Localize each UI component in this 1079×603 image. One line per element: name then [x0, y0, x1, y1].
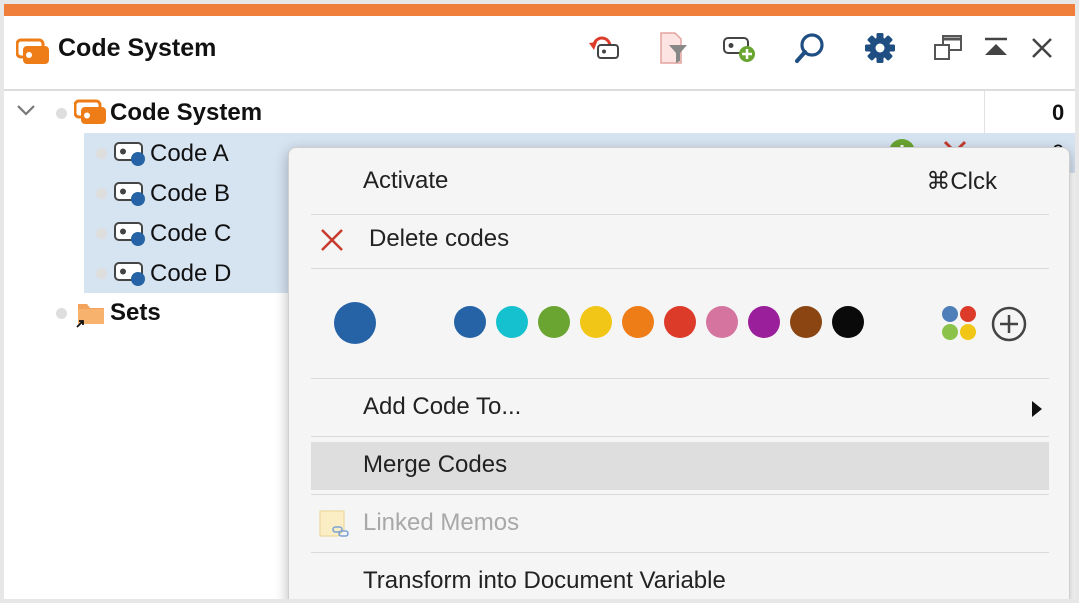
- color-swatch-orange[interactable]: [622, 306, 654, 338]
- color-swatch-green[interactable]: [538, 306, 570, 338]
- menu-separator: [311, 436, 1049, 437]
- settings-button[interactable]: [858, 30, 902, 70]
- status-dot: [56, 308, 67, 319]
- tree-label: Code B: [150, 180, 231, 207]
- menu-item-add-code-to[interactable]: Add Code To...: [311, 384, 1049, 432]
- undock-window-button[interactable]: [926, 30, 970, 70]
- current-color-swatch: [334, 302, 376, 344]
- menu-item-transform-document-variable[interactable]: Transform into Document Variable: [311, 558, 1049, 599]
- code-system-icon: [15, 38, 52, 71]
- submenu-arrow-icon: [1031, 400, 1043, 423]
- folder-icon: [74, 299, 108, 334]
- shortcut-label: ⌘Clck: [926, 168, 997, 195]
- menu-item-linked-memos: Linked Memos: [311, 500, 1049, 548]
- gear-icon: [864, 32, 896, 69]
- undock-window-icon: [932, 33, 964, 68]
- context-menu: Activate ⌘Clck Delete codes Add Code To.…: [288, 147, 1070, 599]
- window-header: Code System: [4, 16, 1075, 91]
- reset-activations-icon: [586, 33, 622, 68]
- search-icon: [793, 31, 827, 70]
- tree-label: Code System: [110, 99, 263, 126]
- tree-row-code-d[interactable]: Code D: [84, 253, 294, 293]
- code-icon: [114, 220, 148, 253]
- menu-item-label: Linked Memos: [363, 509, 520, 536]
- menu-separator: [311, 268, 1049, 269]
- close-icon: [1029, 35, 1055, 66]
- color-swatch-red[interactable]: [664, 306, 696, 338]
- chevron-down-icon[interactable]: [15, 102, 37, 123]
- window-accent-bar: [4, 4, 1075, 16]
- status-dot: [96, 148, 107, 159]
- tree-row-code-system[interactable]: Code System 0: [4, 93, 1075, 133]
- tree-row-code-c[interactable]: Code C: [84, 213, 294, 253]
- color-swatch-brown[interactable]: [790, 306, 822, 338]
- color-palette-icon[interactable]: [940, 304, 980, 349]
- code-icon: [114, 180, 148, 213]
- menu-item-label: Activate: [363, 167, 449, 194]
- color-swatch-yellow[interactable]: [580, 306, 612, 338]
- color-swatch-black[interactable]: [832, 306, 864, 338]
- code-count: 0: [1052, 100, 1065, 125]
- color-swatch-cyan[interactable]: [496, 306, 528, 338]
- menu-item-label: Transform into Document Variable: [363, 567, 726, 594]
- menu-item-activate[interactable]: Activate ⌘Clck: [311, 158, 1049, 206]
- tree-label: Code A: [150, 140, 229, 167]
- menu-item-label: Add Code To...: [363, 393, 522, 420]
- color-swatch-purple[interactable]: [748, 306, 780, 338]
- color-swatch-blue[interactable]: [454, 306, 486, 338]
- reset-activations-button[interactable]: [582, 30, 626, 70]
- filter-document-icon: [655, 31, 689, 70]
- add-color-icon[interactable]: [989, 304, 1029, 349]
- menu-item-merge-codes[interactable]: Merge Codes: [311, 442, 1049, 490]
- tree-label: Code C: [150, 220, 232, 247]
- tree-row-sets[interactable]: Sets: [4, 293, 294, 333]
- status-dot: [56, 108, 67, 119]
- filter-document-button[interactable]: [650, 30, 694, 70]
- menu-separator: [311, 378, 1049, 379]
- status-dot: [96, 228, 107, 239]
- search-button[interactable]: [788, 30, 832, 70]
- menu-separator: [311, 552, 1049, 553]
- tree-row-code-b[interactable]: Code B: [84, 173, 294, 213]
- close-window-button[interactable]: [1020, 30, 1064, 70]
- window-title: Code System: [58, 34, 217, 62]
- status-dot: [96, 268, 107, 279]
- tree-label: Code D: [150, 260, 232, 287]
- menu-item-label: Merge Codes: [363, 451, 508, 478]
- menu-separator: [311, 494, 1049, 495]
- collapse-up-icon: [981, 35, 1011, 66]
- menu-separator: [311, 214, 1049, 215]
- collapse-panel-button[interactable]: [974, 30, 1018, 70]
- code-system-icon: [73, 99, 108, 132]
- status-dot: [96, 188, 107, 199]
- memo-link-icon: [318, 508, 350, 545]
- code-icon: [114, 140, 148, 173]
- menu-item-delete-codes[interactable]: Delete codes: [311, 216, 1049, 264]
- tree-label: Sets: [110, 299, 161, 326]
- code-system-window: Code System Code System 0 Code A Code B …: [4, 4, 1075, 599]
- code-icon: [114, 260, 148, 293]
- new-code-button[interactable]: [718, 30, 762, 70]
- new-code-icon: [722, 32, 758, 69]
- menu-item-label: Delete codes: [369, 225, 510, 252]
- color-swatch-pink[interactable]: [706, 306, 738, 338]
- delete-x-icon: [319, 227, 345, 258]
